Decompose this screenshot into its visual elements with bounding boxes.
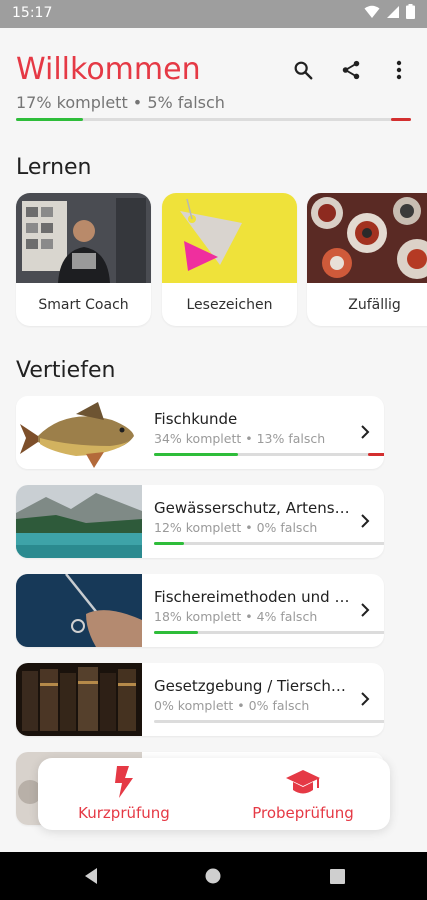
topic-row-fischkunde[interactable]: Fischkunde 34% komplett • 13% falsch — [16, 396, 384, 469]
topic-progress-text: 12% komplett • 0% falsch — [154, 520, 318, 535]
topic-row-gewaesserschutz[interactable]: Gewässerschutz, Artenschutz, ... 12% kom… — [16, 485, 384, 558]
topic-row-gesetzgebung[interactable]: Gesetzgebung / Tierschutz 0% komplett • … — [16, 663, 384, 736]
progress-wrong — [368, 453, 384, 456]
topic-progress-text: 34% komplett • 13% falsch — [154, 431, 326, 446]
status-bar: 15:17 — [0, 0, 427, 28]
system-nav-bar — [0, 852, 427, 900]
topic-title: Gewässerschutz, Artenschutz, ... — [154, 499, 354, 517]
topic-progress-text: 18% komplett • 4% falsch — [154, 609, 318, 624]
topic-progress-bar — [154, 631, 384, 634]
topic-progress-bar — [154, 720, 384, 723]
kurzpruefung-button[interactable]: Kurzprüfung — [54, 764, 194, 828]
kurzpruefung-label: Kurzprüfung — [78, 804, 170, 822]
smart-coach-image — [16, 193, 151, 283]
status-time: 15:17 — [12, 5, 53, 21]
topic-progress-text: 0% komplett • 0% falsch — [154, 698, 310, 713]
page-title: Willkommen — [16, 52, 201, 87]
exam-actions-bar: Kurzprüfung Probeprüfung — [38, 758, 390, 830]
fishing-rod-image — [16, 574, 142, 647]
topic-title: Fischkunde — [154, 410, 238, 428]
signal-icon — [387, 5, 399, 18]
topic-progress-bar — [154, 542, 384, 545]
bookmark-tag-image — [162, 193, 297, 283]
probepruefung-label: Probeprüfung — [252, 804, 354, 822]
card-smart-coach[interactable]: Smart Coach — [16, 193, 151, 326]
topic-title: Gesetzgebung / Tierschutz — [154, 677, 354, 695]
chevron-right-icon — [361, 514, 370, 528]
chevron-right-icon — [361, 425, 370, 439]
topic-row-fischereimethoden[interactable]: Fischereimethoden und -geräte 18% komple… — [16, 574, 384, 647]
graduation-cap-icon — [286, 770, 320, 794]
wifi-icon — [364, 5, 380, 18]
more-vert-icon — [396, 60, 402, 80]
more-options-button[interactable] — [385, 56, 413, 84]
search-icon — [294, 61, 313, 80]
card-label: Zufällig — [348, 297, 401, 313]
topic-progress-bar — [154, 453, 384, 456]
status-icons — [364, 4, 415, 19]
card-zufaellig[interactable]: Zufällig — [307, 193, 427, 326]
card-lesezeichen[interactable]: Lesezeichen — [162, 193, 297, 326]
share-button[interactable] — [337, 56, 365, 84]
progress-complete — [154, 453, 238, 456]
overall-progress-bar — [16, 118, 411, 121]
share-icon — [342, 60, 360, 80]
lake-image — [16, 485, 142, 558]
progress-complete — [154, 631, 199, 634]
topic-title: Fischereimethoden und -geräte — [154, 588, 354, 606]
recents-icon[interactable] — [330, 869, 345, 884]
chevron-right-icon — [361, 692, 370, 706]
overall-progress-text: 17% komplett • 5% falsch — [16, 93, 225, 112]
card-label: Lesezeichen — [186, 297, 273, 313]
section-title-learn: Lernen — [16, 155, 92, 180]
random-pattern-image — [307, 193, 427, 283]
back-icon[interactable] — [83, 867, 99, 885]
progress-complete — [154, 542, 184, 545]
search-button[interactable] — [289, 56, 317, 84]
section-title-deepen: Vertiefen — [16, 358, 116, 383]
probepruefung-button[interactable]: Probeprüfung — [233, 764, 373, 828]
home-icon[interactable] — [205, 868, 221, 884]
battery-icon — [406, 4, 415, 19]
fish-image — [16, 396, 142, 469]
lightning-icon — [115, 766, 133, 798]
card-label: Smart Coach — [38, 297, 129, 313]
chevron-right-icon — [361, 603, 370, 617]
header-actions — [289, 56, 413, 84]
progress-complete — [16, 118, 84, 121]
progress-wrong — [391, 118, 411, 121]
law-books-image — [16, 663, 142, 736]
